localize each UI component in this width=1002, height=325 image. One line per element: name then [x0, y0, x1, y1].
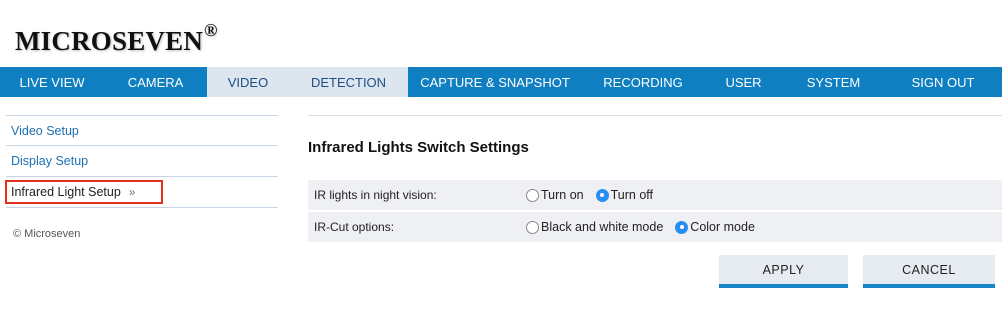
nav-user[interactable]: USER	[704, 67, 783, 97]
setting-label: IR-Cut options:	[314, 220, 395, 234]
content-divider	[308, 115, 1002, 116]
setting-row-ir-lights: IR lights in night vision: Turn on Turn …	[308, 180, 1002, 211]
registered-mark: ®	[204, 20, 218, 40]
apply-button[interactable]: APPLY	[719, 255, 848, 288]
cancel-button[interactable]: CANCEL	[863, 255, 995, 288]
nav-camera[interactable]: CAMERA	[104, 67, 207, 97]
radio-unchecked-icon[interactable]	[526, 220, 539, 234]
copyright-text: © Microseven	[13, 228, 81, 240]
radio-label: Turn off	[610, 188, 654, 202]
nav-capture-snapshot[interactable]: CAPTURE & SNAPSHOT	[408, 67, 582, 97]
setting-label: IR lights in night vision:	[314, 188, 437, 202]
nav-video[interactable]: VIDEO	[207, 67, 289, 97]
sidebar: Video Setup Display Setup Infrared Light…	[5, 115, 278, 208]
nav-detection[interactable]: DETECTION	[289, 67, 408, 97]
sidebar-item-display-setup[interactable]: Display Setup	[6, 146, 278, 177]
radio-ir-turn-on[interactable]: Turn on	[526, 188, 584, 202]
radio-checked-icon[interactable]	[675, 220, 689, 234]
nav-sign-out[interactable]: SIGN OUT	[884, 67, 1002, 97]
brand-logo: MICROSEVEN®	[15, 20, 218, 57]
setting-row-ir-cut: IR-Cut options: Black and white mode Col…	[308, 212, 1002, 243]
sidebar-item-label: Display Setup	[11, 154, 89, 168]
nav-system[interactable]: SYSTEM	[783, 67, 884, 97]
selected-item-highlight: Infrared Light Setup »	[5, 180, 164, 204]
radio-checked-icon[interactable]	[595, 188, 609, 202]
radio-color-mode[interactable]: Color mode	[675, 220, 755, 234]
brand-name: MICROSEVEN	[15, 26, 204, 56]
nav-live-view[interactable]: LIVE VIEW	[0, 67, 104, 97]
sidebar-item-infrared-light-setup[interactable]: Infrared Light Setup »	[5, 177, 278, 208]
radio-unchecked-icon[interactable]	[526, 188, 539, 202]
radio-label: Color mode	[690, 220, 755, 234]
main-nav: LIVE VIEW CAMERA VIDEO DETECTION CAPTURE…	[0, 67, 1002, 97]
nav-recording[interactable]: RECORDING	[582, 67, 704, 97]
radio-label: Black and white mode	[541, 220, 664, 234]
chevron-right-icon: »	[128, 185, 136, 199]
settings-table: IR lights in night vision: Turn on Turn …	[308, 180, 1002, 243]
radio-black-white-mode[interactable]: Black and white mode	[526, 220, 663, 234]
sidebar-item-label: Video Setup	[11, 123, 79, 138]
radio-ir-turn-off[interactable]: Turn off	[595, 188, 654, 202]
sidebar-item-video-setup[interactable]: Video Setup	[6, 115, 278, 146]
sidebar-item-label: Infrared Light Setup	[11, 185, 121, 199]
page-title: Infrared Lights Switch Settings	[308, 139, 529, 156]
radio-label: Turn on	[541, 188, 584, 202]
